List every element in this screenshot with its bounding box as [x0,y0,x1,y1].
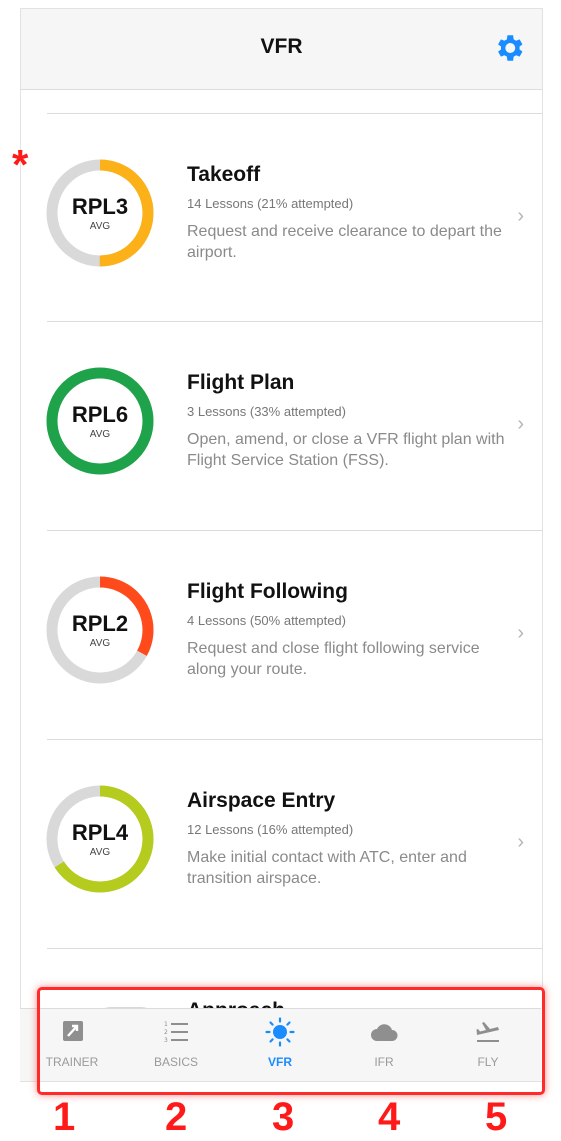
lesson-description: Open, amend, or close a VFR flight plan … [187,431,505,469]
lesson-meta: 14 Lessons (21% attempted) [187,196,354,211]
lesson-row-flight-plan[interactable]: RPL6 AVG Flight Plan 3 Lessons (33% attempt… [21,321,542,529]
phone-screen: VFR RPL3 AVG Takeoff 14 Lessons (21% attemp… [20,8,543,1082]
callout-3: 3 [272,1095,295,1139]
annotation-asterisk: * [12,141,29,188]
progress-ring: RPL6 AVG [45,366,155,476]
level-sublabel: AVG [89,847,111,858]
lesson-title: Flight Following [187,580,348,603]
lesson-title: Flight Plan [187,371,295,394]
lesson-description: Make initial contact with ATC, enter and… [187,849,467,887]
level-sublabel: AVG [89,221,111,232]
progress-ring: RPL3 AVG [45,158,155,268]
level-label: RPL4 [71,820,129,845]
lesson-title: Airspace Entry [187,789,336,812]
chevron-right-icon: › [517,831,524,853]
lesson-meta: 12 Lessons (16% attempted) [187,822,354,837]
gear-icon[interactable] [492,31,526,65]
tab-bar-highlight [37,987,545,1095]
lesson-row-takeoff[interactable]: RPL3 AVG Takeoff 14 Lessons (21% attempted)… [21,113,542,321]
lesson-description: Request and close flight following servi… [187,640,480,678]
level-label: RPL6 [71,402,129,427]
chevron-right-icon: › [517,205,524,227]
progress-ring: RPL2 AVG [45,575,155,685]
lesson-title: Takeoff [187,163,261,186]
navigation-bar: VFR [21,9,542,90]
lesson-row-airspace-entry[interactable]: RPL4 AVG Airspace Entry 12 Lessons (16% att… [21,739,542,947]
level-sublabel: AVG [89,429,111,440]
level-label: RPL2 [71,611,129,636]
row-divider [47,948,542,949]
callout-2: 2 [165,1095,188,1139]
level-label: RPL3 [71,194,129,219]
lesson-meta: 4 Lessons (50% attempted) [187,613,346,628]
chevron-right-icon: › [517,413,524,435]
callout-4: 4 [378,1095,401,1139]
level-sublabel: AVG [89,638,111,649]
lesson-row-flight-following[interactable]: RPL2 AVG Flight Following 4 Lessons (50% at… [21,530,542,738]
page-title: VFR [260,35,303,58]
callout-1: 1 [53,1095,76,1139]
lesson-meta: 3 Lessons (33% attempted) [187,404,346,419]
chevron-right-icon: › [517,622,524,644]
progress-ring: RPL4 AVG [45,784,155,894]
callout-5: 5 [485,1095,508,1139]
lesson-description: Request and receive clearance to depart … [187,223,502,261]
